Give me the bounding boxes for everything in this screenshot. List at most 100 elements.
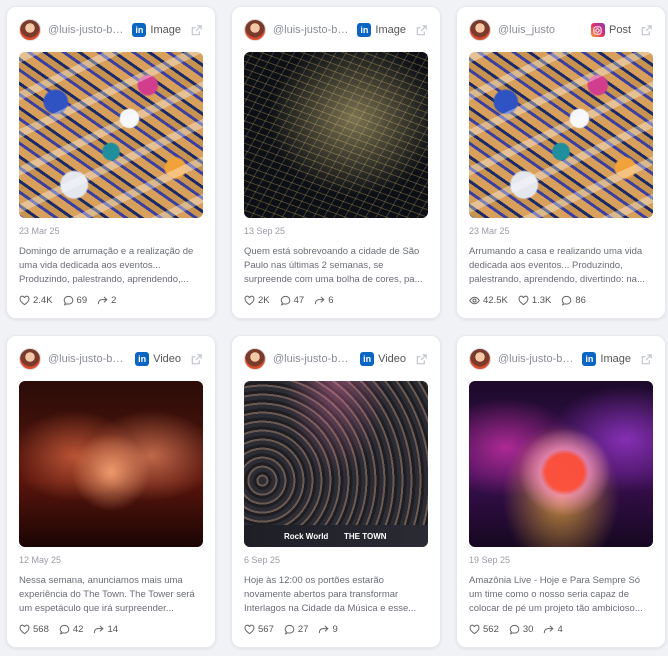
- post-text: Amazônia Live - Hoje e Para Sempre Só um…: [469, 575, 643, 614]
- external-link-icon[interactable]: [189, 352, 203, 366]
- likes-stat: 568: [19, 624, 49, 635]
- post-card[interactable]: @luis_justo Post 23 Mar 25 Arrumando a c…: [456, 6, 666, 319]
- shares-count: 9: [332, 624, 338, 635]
- media-logo-band: [244, 525, 428, 547]
- shares-count: 14: [107, 624, 119, 635]
- linkedin-icon: in: [582, 352, 597, 366]
- post-card[interactable]: @luis-justo-b16... in Video 12 May 25 Ne…: [6, 335, 216, 648]
- comment-icon: [562, 295, 572, 306]
- post-card[interactable]: @luis-justo-b1... in Image 23 Mar 25 Dom…: [6, 6, 216, 319]
- post-type: Image: [375, 24, 406, 36]
- heart-icon: [244, 295, 255, 306]
- comment-icon: [284, 624, 295, 635]
- comments-stat: 69: [63, 295, 88, 306]
- views-count: 42.5K: [483, 295, 508, 306]
- platform-badge: in Video: [135, 352, 181, 366]
- likes-count: 1.3K: [531, 295, 552, 306]
- post-card[interactable]: @luis-justo-b1... in Image 13 Sep 25 Que…: [231, 6, 441, 319]
- likes-count: 2.4K: [33, 295, 53, 306]
- external-link-icon[interactable]: [414, 352, 428, 366]
- post-date: 13 Sep 25: [244, 226, 286, 236]
- comments-count: 69: [76, 295, 88, 306]
- post-date: 19 Sep 25: [469, 555, 511, 565]
- author-handle[interactable]: @luis-justo-b1...: [498, 353, 576, 365]
- card-header: @luis-justo-b16... in Video: [244, 347, 428, 371]
- author-handle[interactable]: @luis_justo: [498, 24, 585, 36]
- rock-world-logo: Rock World: [284, 532, 329, 541]
- avatar: [19, 348, 41, 370]
- card-header: @luis-justo-b1... in Image: [244, 18, 428, 42]
- likes-stat: 2.4K: [19, 295, 53, 306]
- post-card[interactable]: @luis-justo-b1... in Image 19 Sep 25 Ama…: [456, 335, 666, 648]
- post-type: Video: [153, 353, 181, 365]
- post-media[interactable]: [469, 52, 653, 218]
- external-link-icon[interactable]: [639, 23, 653, 37]
- comments-stat: 30: [509, 624, 534, 635]
- share-icon: [94, 625, 104, 634]
- avatar: [244, 19, 266, 41]
- shares-stat: 4: [543, 624, 563, 635]
- heart-icon: [244, 624, 255, 635]
- post-media[interactable]: [244, 52, 428, 218]
- shares-stat: 9: [318, 624, 338, 635]
- platform-badge: in Image: [582, 352, 631, 366]
- comments-count: 47: [293, 295, 305, 306]
- heart-icon: [518, 295, 529, 306]
- post-text: Hoje às 12:00 os portões estarão novamen…: [244, 575, 417, 614]
- linkedin-icon: in: [357, 23, 372, 37]
- author-handle[interactable]: @luis-justo-b1...: [48, 24, 126, 36]
- post-stats: 562 30 4: [469, 624, 653, 635]
- share-icon: [97, 296, 108, 305]
- comment-icon: [280, 295, 290, 306]
- author-handle[interactable]: @luis-justo-b16...: [273, 353, 354, 365]
- post-type: Post: [608, 24, 631, 36]
- instagram-icon: [590, 23, 605, 37]
- likes-count: 567: [258, 624, 274, 635]
- likes-count: 2K: [258, 295, 270, 306]
- post-text: Nessa semana, anunciamos mais uma experi…: [19, 575, 195, 614]
- post-media[interactable]: [19, 381, 203, 547]
- post-media[interactable]: [469, 381, 653, 547]
- shares-stat: 2: [97, 295, 116, 306]
- external-link-icon[interactable]: [414, 23, 428, 37]
- share-icon: [544, 625, 554, 634]
- comments-stat: 47: [280, 295, 305, 306]
- share-icon: [319, 625, 329, 634]
- card-header: @luis-justo-b1... in Image: [469, 347, 653, 371]
- author-handle[interactable]: @luis-justo-b1...: [273, 24, 351, 36]
- heart-icon: [469, 624, 480, 635]
- likes-count: 562: [483, 624, 499, 635]
- post-stats: 567 27 9: [244, 624, 428, 635]
- eye-icon: [469, 296, 480, 305]
- comments-count: 86: [575, 295, 586, 306]
- post-type: Image: [150, 24, 181, 36]
- post-text: Arrumando a casa e realizando uma vida d…: [469, 246, 645, 285]
- avatar: [469, 19, 491, 41]
- linkedin-icon: in: [135, 352, 150, 366]
- linkedin-icon: in: [132, 23, 147, 37]
- platform-badge: Post: [590, 23, 631, 37]
- post-media[interactable]: Rock World THE TOWN: [244, 381, 428, 547]
- post-text: Quem está sobrevoando a cidade de São Pa…: [244, 246, 423, 285]
- external-link-icon[interactable]: [639, 352, 653, 366]
- share-icon: [315, 296, 325, 305]
- platform-badge: in Video: [360, 352, 406, 366]
- author-handle[interactable]: @luis-justo-b16...: [48, 353, 129, 365]
- avatar: [469, 348, 491, 370]
- post-card[interactable]: @luis-justo-b16... in Video Rock World T…: [231, 335, 441, 648]
- post-date: 12 May 25: [19, 555, 62, 565]
- comments-count: 30: [522, 624, 534, 635]
- post-date: 23 Mar 25: [469, 226, 510, 236]
- comments-stat: 86: [561, 295, 586, 306]
- avatar: [244, 348, 266, 370]
- post-stats: 568 42 14: [19, 624, 203, 635]
- platform-badge: in Image: [357, 23, 406, 37]
- post-stats: 2K 47 6: [244, 295, 428, 306]
- comments-count: 27: [297, 624, 309, 635]
- card-header: @luis_justo Post: [469, 18, 653, 42]
- comment-icon: [59, 624, 70, 635]
- post-date: 23 Mar 25: [19, 226, 60, 236]
- external-link-icon[interactable]: [189, 23, 203, 37]
- post-media[interactable]: [19, 52, 203, 218]
- post-text: Domingo de arrumação e a realização de u…: [19, 246, 194, 285]
